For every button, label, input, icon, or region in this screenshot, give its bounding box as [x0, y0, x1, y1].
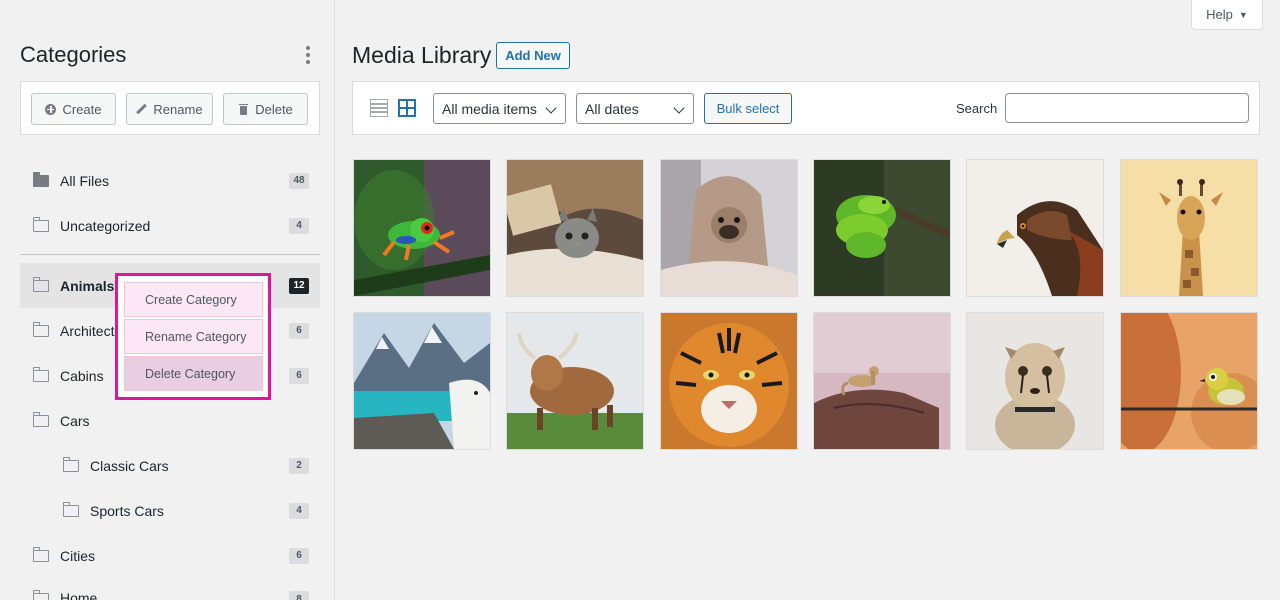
page-title: Media Library: [352, 42, 492, 68]
category-label: Sports Cars: [90, 502, 164, 519]
category-count-badge: 2: [289, 457, 309, 474]
folder-icon: [62, 501, 79, 517]
date-filter-select[interactable]: All dates: [576, 93, 694, 124]
category-count-badge: 12: [289, 277, 309, 294]
bulk-select-button[interactable]: Bulk select: [704, 93, 792, 124]
category-label: Architectu: [60, 322, 123, 339]
rename-category-menu-item[interactable]: Rename Category: [124, 319, 263, 354]
folder-filled-icon: [32, 171, 49, 187]
delete-label: Delete: [255, 101, 293, 117]
chevron-down-icon: [545, 102, 557, 114]
media-thumbnail-green-snake[interactable]: [813, 159, 951, 297]
category-label: Cities: [60, 547, 96, 564]
grid-view-icon[interactable]: [398, 99, 416, 117]
media-thumbnail-tiger[interactable]: [660, 312, 798, 450]
media-type-value: All media items: [442, 100, 537, 117]
category-item-uncategorized[interactable]: Uncategorized 4: [20, 203, 320, 248]
create-category-menu-item[interactable]: Create Category: [124, 282, 263, 317]
delete-category-menu-item[interactable]: Delete Category: [124, 356, 263, 391]
rename-category-button[interactable]: Rename: [126, 93, 213, 125]
category-label: Home: [60, 590, 98, 600]
category-item-cities[interactable]: Cities 6: [20, 533, 320, 578]
media-thumbnail-giraffe[interactable]: [1120, 159, 1258, 297]
folder-icon: [32, 590, 49, 600]
media-filter-bar: All media items All dates Bulk select Se…: [352, 81, 1260, 135]
rename-label: Rename: [153, 101, 203, 117]
media-thumbnail-eagle[interactable]: [966, 159, 1104, 297]
chevron-down-icon: [673, 102, 685, 114]
folder-icon: [32, 216, 49, 232]
plus-circle-icon: [45, 103, 57, 115]
media-thumbnail-cheetah-cub[interactable]: [966, 312, 1104, 450]
category-item-home[interactable]: Home 8: [20, 576, 320, 600]
media-thumbnail-kitten-under-blanket[interactable]: [506, 159, 644, 297]
media-thumbnail-pug-in-blanket[interactable]: [660, 159, 798, 297]
category-count-badge: 4: [289, 502, 309, 519]
category-item-cars[interactable]: Cars: [20, 398, 320, 443]
folder-icon: [32, 276, 49, 292]
date-filter-value: All dates: [585, 100, 639, 117]
folder-icon: [32, 321, 49, 337]
media-thumbnail-mountain-lake-dog[interactable]: [353, 312, 491, 450]
caret-down-icon: ▼: [1238, 9, 1248, 20]
category-label: Classic Cars: [90, 457, 169, 474]
create-label: Create: [62, 101, 102, 117]
help-label: Help: [1206, 7, 1233, 22]
folder-icon: [32, 546, 49, 562]
category-count-badge: 6: [289, 367, 309, 384]
help-tab-button[interactable]: Help ▼: [1191, 0, 1263, 30]
folder-icon: [32, 366, 49, 382]
category-count-badge: 6: [289, 547, 309, 564]
search-input[interactable]: [1005, 93, 1249, 123]
category-divider: [20, 254, 320, 255]
folder-open-icon: [32, 411, 49, 427]
category-label: All Files: [60, 172, 110, 189]
media-thumbnail-tree-frog[interactable]: [353, 159, 491, 297]
media-thumbnail-small-bird[interactable]: [1120, 312, 1258, 450]
trash-icon: [238, 103, 249, 115]
more-options-icon[interactable]: [302, 46, 314, 64]
category-context-menu: Create Category Rename Category Delete C…: [115, 273, 271, 400]
category-item-sports-cars[interactable]: Sports Cars 4: [20, 488, 320, 533]
category-toolbar: Create Rename Delete: [20, 81, 320, 135]
folder-icon: [62, 456, 79, 472]
search-label: Search: [956, 101, 998, 116]
category-label: Animals: [60, 277, 115, 294]
create-category-button[interactable]: Create: [31, 93, 116, 125]
category-label: Cabins: [60, 367, 104, 384]
category-count-badge: 48: [289, 172, 309, 189]
add-new-button[interactable]: Add New: [496, 42, 570, 69]
media-type-select[interactable]: All media items: [433, 93, 566, 124]
category-item-all-files[interactable]: All Files 48: [20, 158, 320, 203]
list-view-icon[interactable]: [370, 99, 388, 117]
category-count-badge: 6: [289, 322, 309, 339]
category-item-classic-cars[interactable]: Classic Cars 2: [20, 443, 320, 488]
delete-category-button[interactable]: Delete: [223, 93, 308, 125]
categories-title: Categories: [20, 42, 127, 67]
media-thumbnail-highland-cow[interactable]: [506, 312, 644, 450]
pencil-icon: [136, 104, 147, 115]
category-label: Cars: [60, 412, 90, 429]
category-count-badge: 8: [289, 591, 309, 600]
category-label: Uncategorized: [60, 217, 151, 234]
category-count-badge: 4: [289, 217, 309, 234]
media-thumbnail-leopard-on-rock[interactable]: [813, 312, 951, 450]
